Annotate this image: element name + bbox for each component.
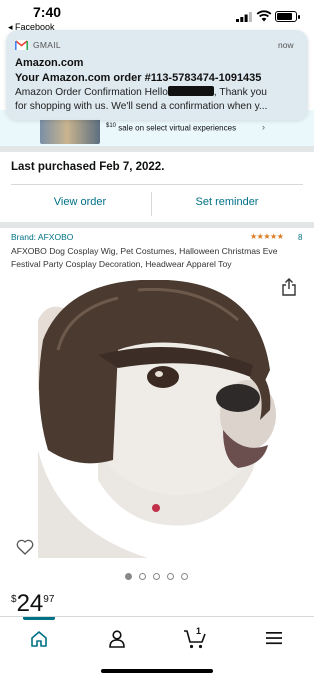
set-reminder-link[interactable]: Set reminder bbox=[172, 196, 282, 208]
carousel-dot[interactable] bbox=[139, 573, 146, 580]
product-title: AFXOBO Dog Cosplay Wig, Pet Costumes, Ha… bbox=[11, 246, 278, 269]
carousel-dot[interactable] bbox=[181, 573, 188, 580]
share-icon[interactable] bbox=[281, 278, 297, 296]
home-indicator[interactable] bbox=[101, 669, 213, 673]
carousel-dot[interactable] bbox=[125, 573, 132, 580]
price-whole: 24 bbox=[16, 590, 44, 617]
promo-label: sale on select virtual experiences bbox=[116, 123, 237, 133]
chevron-right-icon: › bbox=[262, 122, 265, 132]
product-image[interactable] bbox=[38, 280, 276, 558]
carousel-dot[interactable] bbox=[153, 573, 160, 580]
gmail-notification[interactable]: GMAIL now Amazon.com Your Amazon.com ord… bbox=[6, 30, 308, 120]
notification-body-end: , Thank you bbox=[213, 87, 267, 98]
star-rating[interactable]: ★★★★★ bbox=[250, 232, 284, 241]
section-divider bbox=[0, 222, 314, 228]
heart-icon[interactable] bbox=[16, 539, 34, 555]
view-order-link[interactable]: View order bbox=[25, 196, 135, 208]
divider bbox=[11, 184, 303, 185]
notification-body-start: Amazon Order Confirmation Hello bbox=[15, 87, 168, 98]
cart-icon[interactable] bbox=[183, 628, 207, 650]
cart-count: 1 bbox=[196, 626, 202, 636]
gmail-icon bbox=[15, 40, 28, 50]
brand-link[interactable]: Brand: AFXOBO bbox=[11, 232, 73, 242]
price: $2497 bbox=[11, 590, 54, 618]
price-currency: $ bbox=[11, 594, 17, 605]
active-tab-indicator bbox=[23, 617, 55, 620]
promo-price: $10 bbox=[106, 123, 117, 129]
image-carousel-dots[interactable] bbox=[125, 573, 188, 580]
battery-icon bbox=[275, 11, 300, 22]
menu-icon[interactable] bbox=[266, 631, 282, 645]
redacted-name bbox=[167, 86, 214, 96]
promo-text[interactable]: $10 sale on select virtual experiences bbox=[106, 123, 236, 133]
last-purchased-text: Last purchased Feb 7, 2022. bbox=[11, 161, 165, 173]
notification-time: now bbox=[278, 40, 294, 50]
account-icon[interactable] bbox=[109, 630, 125, 648]
notification-subject: Your Amazon.com order #113-5783474-10914… bbox=[15, 72, 262, 84]
notification-app-name: GMAIL bbox=[33, 40, 61, 50]
price-fraction: 97 bbox=[43, 594, 55, 605]
notification-body: Amazon Order Confirmation Hello , Thank y… bbox=[15, 86, 303, 113]
section-divider bbox=[0, 146, 314, 152]
home-icon[interactable] bbox=[30, 630, 48, 648]
promo-image bbox=[40, 118, 100, 144]
status-time: 7:40 bbox=[33, 4, 62, 20]
battery-level bbox=[277, 13, 293, 20]
wifi-icon bbox=[256, 10, 272, 22]
notification-body-line: for shopping with us. We'll send a confi… bbox=[15, 100, 268, 112]
carousel-dot[interactable] bbox=[167, 573, 174, 580]
status-bar: 7:40 ◂ Facebook bbox=[0, 0, 314, 34]
rating-count[interactable]: 8 bbox=[298, 233, 302, 242]
notification-sender: Amazon.com bbox=[15, 57, 84, 69]
divider bbox=[151, 192, 152, 216]
notification-body-line: Amazon Order Confirmation Hello , Thank y… bbox=[15, 86, 303, 100]
cellular-signal-icon bbox=[236, 12, 252, 22]
